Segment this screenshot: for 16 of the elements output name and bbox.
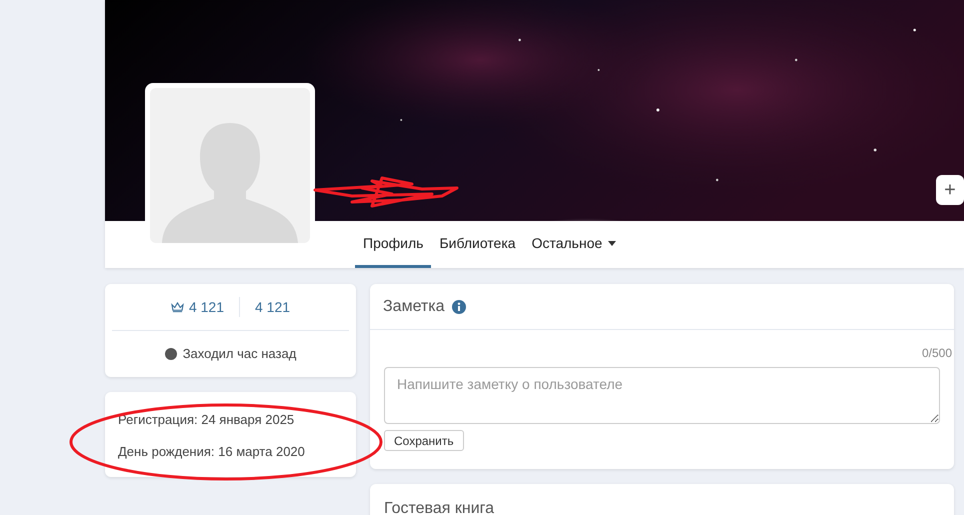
note-field[interactable]: Напишите заметку о пользователе — [384, 367, 940, 424]
count: 4 121 — [188, 298, 224, 316]
save-button[interactable]: Сохранить — [384, 430, 464, 451]
crown-icon — [170, 302, 184, 312]
character-counter: 0/500 — [922, 345, 952, 362]
add-button[interactable]: + — [936, 175, 964, 205]
tab[interactable]: Библиотека — [431, 221, 524, 268]
tab[interactable]: Профиль — [355, 221, 432, 268]
card-title: Заметка — [383, 296, 445, 316]
card-title: Гостевая книга — [384, 500, 494, 515]
info-text: День рождения: 16 марта 2020 — [118, 443, 306, 461]
last-seen-text: Заходил час назад — [182, 345, 296, 364]
tab[interactable]: Остальное — [524, 221, 624, 268]
count: 4 121 — [255, 298, 290, 316]
info-text: Регистрация: 24 января 2025 — [118, 411, 296, 429]
info-icon[interactable] — [452, 300, 466, 314]
